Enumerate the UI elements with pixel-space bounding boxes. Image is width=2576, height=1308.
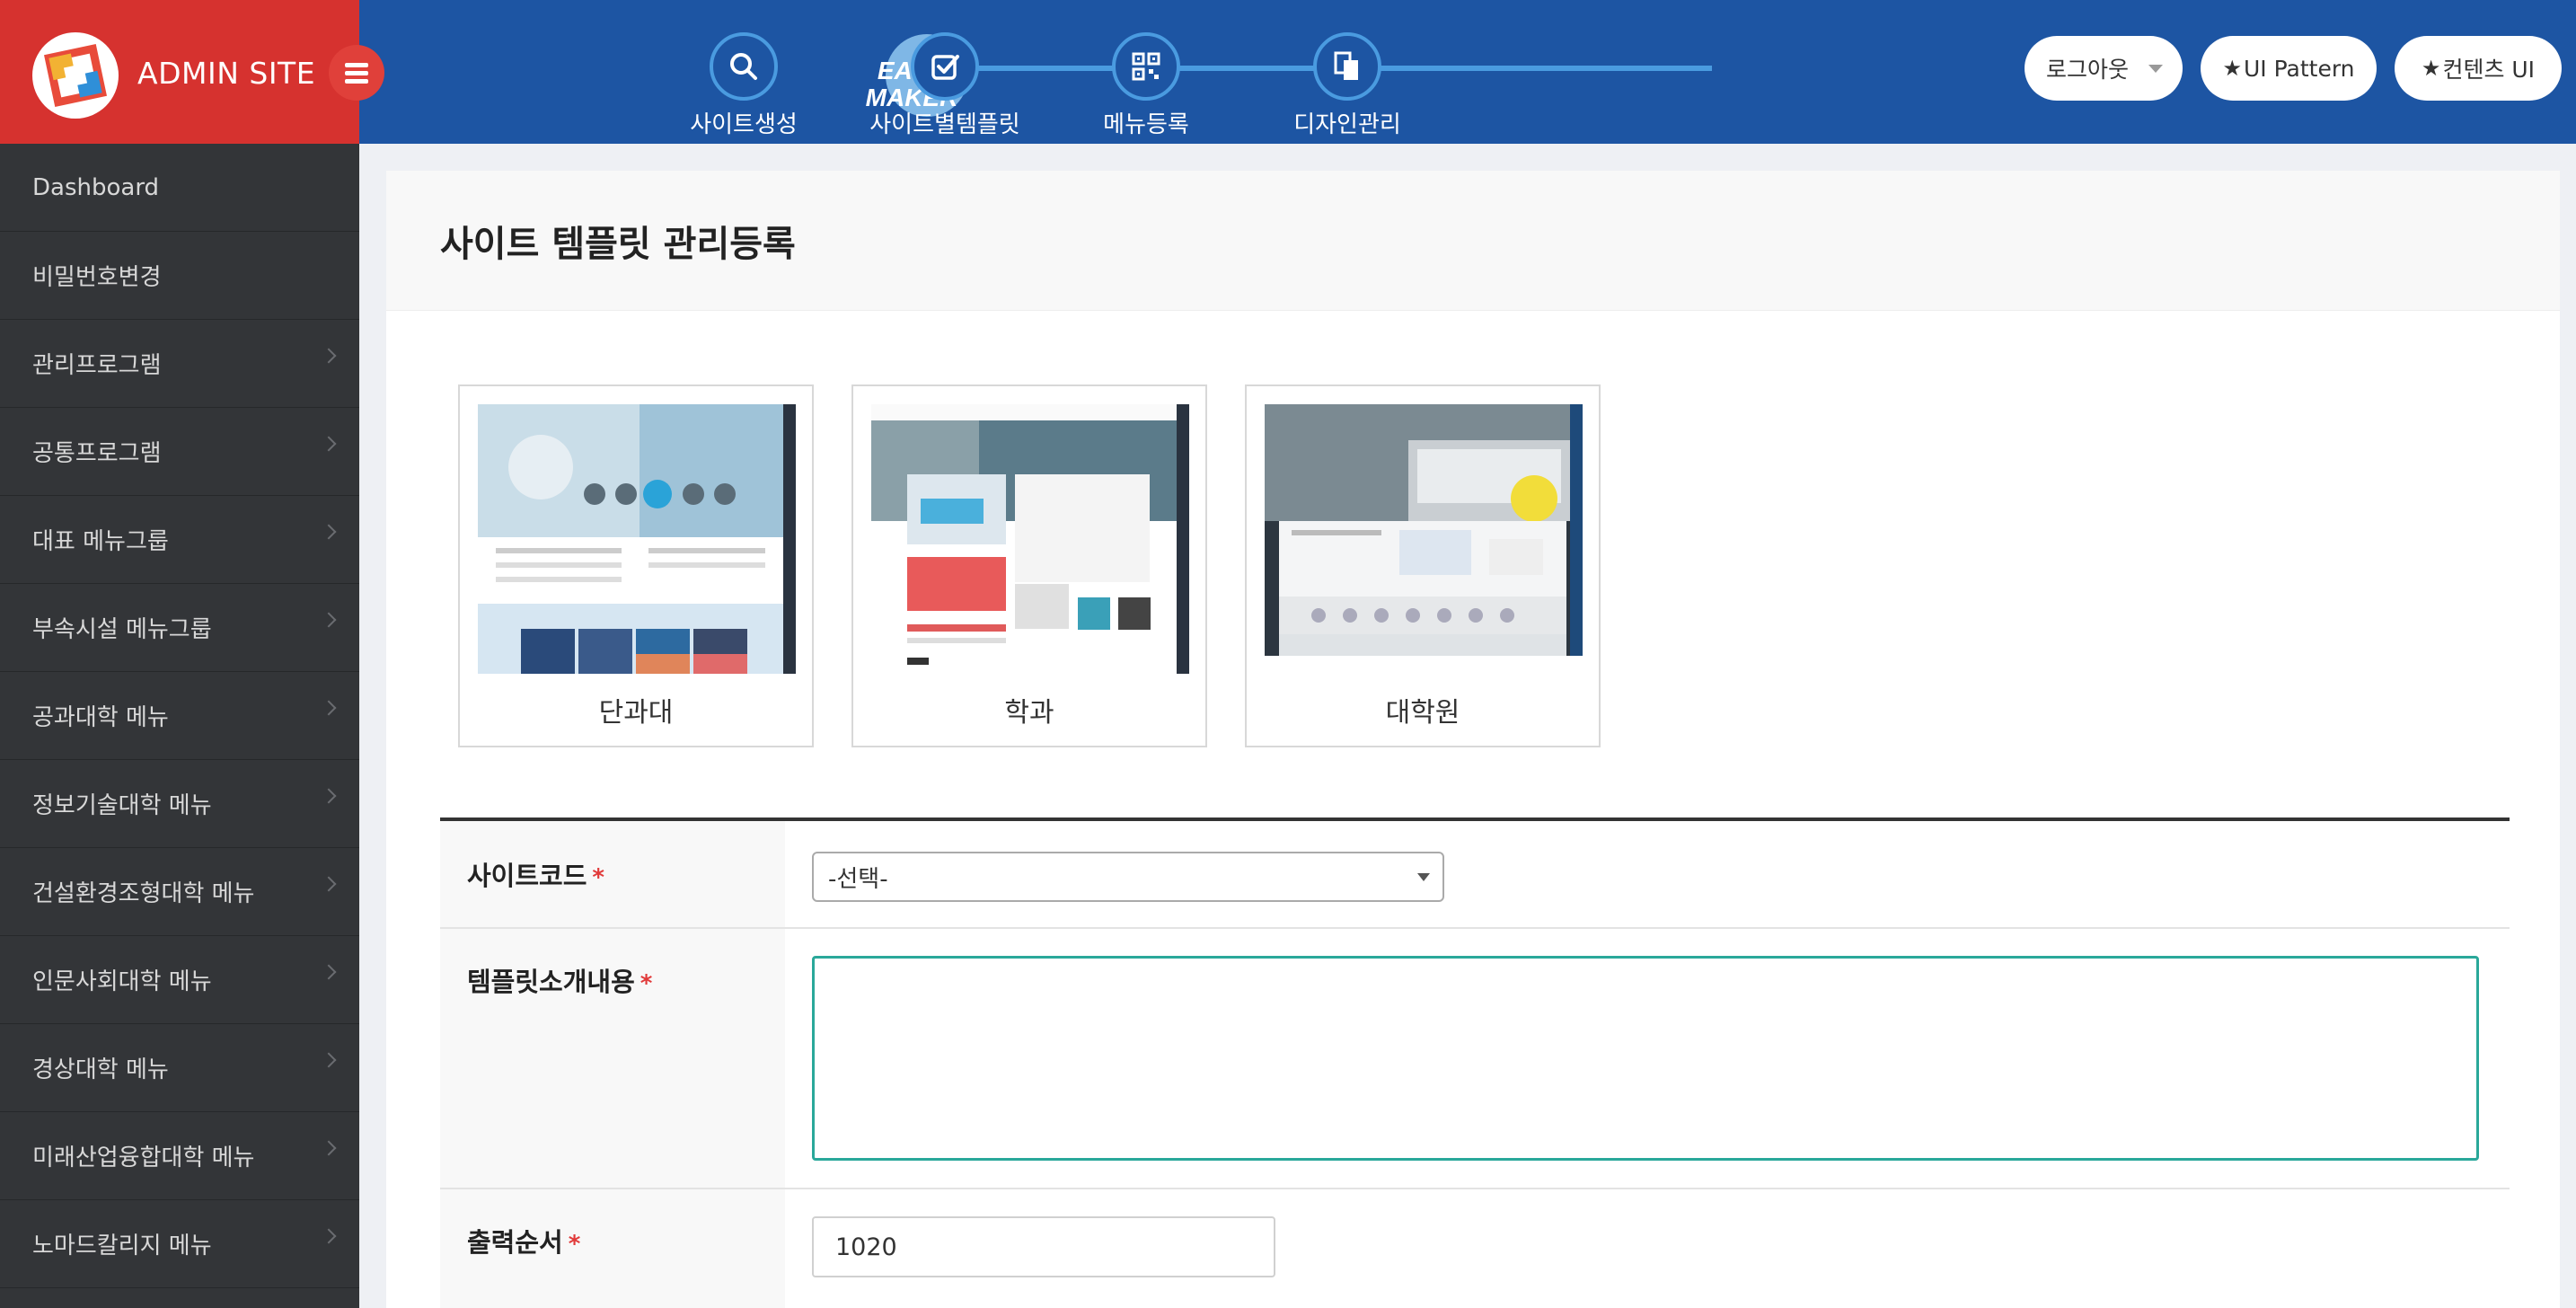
- chevron-right-icon: [321, 1228, 337, 1244]
- hamburger-icon: [345, 61, 368, 85]
- template-thumbnail: [478, 404, 796, 674]
- step-label: 디자인관리: [1293, 111, 1401, 138]
- template-card-list: 단과대 학과 대학원: [458, 384, 1601, 747]
- sidebar-item-main-menu-group[interactable]: 대표 메뉴그룹: [0, 496, 359, 584]
- ui-pattern-button[interactable]: ★ UI Pattern: [2201, 36, 2377, 101]
- chevron-right-icon: [321, 436, 337, 452]
- chevron-right-icon: [321, 876, 337, 892]
- main-panel: 사이트 템플릿 관리등록 단과대 학과 대학원 사이트코드 * -선택- 템플릿…: [386, 171, 2560, 1308]
- documents-icon: [1313, 32, 1381, 101]
- check-square-icon: [911, 32, 979, 101]
- sidebar-item-label: 공과대학 메뉴: [32, 704, 169, 731]
- template-card-department[interactable]: 학과: [851, 384, 1207, 747]
- site-code-label: 사이트코드: [467, 861, 587, 891]
- chevron-right-icon: [321, 788, 337, 804]
- star-icon: ★: [2421, 56, 2441, 81]
- sidebar-item-common-program[interactable]: 공통프로그램: [0, 408, 359, 496]
- chevron-right-icon: [321, 612, 337, 628]
- sidebar-item-label: Dashboard: [32, 173, 160, 201]
- sidebar-item-it-menu[interactable]: 정보기술대학 메뉴: [0, 760, 359, 848]
- content-ui-button[interactable]: ★ 컨텐츠 UI: [2395, 36, 2562, 101]
- required-mark: *: [568, 1231, 581, 1258]
- logout-label: 로그아웃: [2046, 57, 2130, 83]
- sidebar-item-label: 관리프로그램: [32, 352, 162, 379]
- brand-logo[interactable]: [32, 32, 119, 119]
- step-menu-register[interactable]: 메뉴등록: [1056, 32, 1236, 139]
- required-mark: *: [640, 970, 653, 997]
- logout-dropdown[interactable]: 로그아웃: [2025, 36, 2183, 101]
- qr-grid-icon: [1112, 32, 1180, 101]
- order-input[interactable]: 1020: [812, 1216, 1275, 1277]
- caret-down-icon: [2148, 65, 2163, 73]
- step-design-manage[interactable]: 디자인관리: [1257, 32, 1437, 139]
- sidebar-item-facility-menu-group[interactable]: 부속시설 메뉴그룹: [0, 584, 359, 672]
- sidebar-item-label: 건설환경조형대학 메뉴: [32, 880, 255, 907]
- step-label: 사이트별템플릿: [869, 111, 1020, 138]
- sidebar-item-label: 부속시설 메뉴그룹: [32, 616, 212, 643]
- template-form: 사이트코드 * -선택- 템플릿소개내용 * 출력순서 * 1020: [440, 818, 2510, 1308]
- step-site-template[interactable]: 사이트별템플릿: [855, 32, 1035, 139]
- page-title: 사이트 템플릿 관리등록: [440, 223, 796, 265]
- template-desc-label: 템플릿소개내용: [467, 967, 635, 997]
- template-card-label: 학과: [1004, 697, 1054, 729]
- chevron-right-icon: [321, 964, 337, 980]
- sidebar-item-label: 비밀번호변경: [32, 264, 162, 291]
- sidebar-item-label: 대표 메뉴그룹: [32, 528, 169, 555]
- template-thumbnail: [1265, 404, 1583, 674]
- brand-title: ADMIN SITE: [137, 56, 316, 91]
- star-icon: ★: [2222, 56, 2242, 81]
- site-code-select[interactable]: -선택-: [812, 852, 1444, 902]
- form-row-site-code: 사이트코드 * -선택-: [440, 821, 2510, 929]
- sidebar-item-engineering-menu[interactable]: 공과대학 메뉴: [0, 672, 359, 760]
- panel-header: 사이트 템플릿 관리등록: [386, 171, 2560, 311]
- sidebar-item-label: 경상대학 메뉴: [32, 1056, 169, 1083]
- search-icon: [710, 32, 778, 101]
- site-code-selected: -선택-: [828, 865, 888, 893]
- sidebar-item-label: 인문사회대학 메뉴: [32, 968, 212, 995]
- template-card-college[interactable]: 단과대: [458, 384, 814, 747]
- template-card-label: 대학원: [1385, 697, 1460, 729]
- sidebar-item-label: 정보기술대학 메뉴: [32, 792, 212, 819]
- sidebar-item-humanities-menu[interactable]: 인문사회대학 메뉴: [0, 936, 359, 1024]
- template-thumbnail: [871, 404, 1189, 674]
- form-row-order: 출력순서 * 1020: [440, 1189, 2510, 1308]
- chevron-right-icon: [321, 1140, 337, 1156]
- chevron-right-icon: [321, 348, 337, 364]
- sidebar-item-admin-program[interactable]: 관리프로그램: [0, 320, 359, 408]
- sidebar-item-dashboard[interactable]: Dashboard: [0, 144, 359, 232]
- template-desc-textarea[interactable]: [812, 956, 2479, 1161]
- sidebar-item-password[interactable]: 비밀번호변경: [0, 232, 359, 320]
- required-mark: *: [592, 864, 605, 891]
- step-site-create[interactable]: 사이트생성: [654, 32, 834, 139]
- template-card-graduate[interactable]: 대학원: [1245, 384, 1601, 747]
- step-label: 사이트생성: [690, 111, 798, 138]
- sidebar-item-nomad-college-menu[interactable]: 노마드칼리지 메뉴: [0, 1200, 359, 1288]
- content-ui-label: 컨텐츠 UI: [2442, 57, 2536, 83]
- sidebar-item-business-menu[interactable]: 경상대학 메뉴: [0, 1024, 359, 1112]
- chevron-right-icon: [321, 700, 337, 716]
- order-label: 출력순서: [467, 1227, 563, 1258]
- chevron-right-icon: [321, 524, 337, 540]
- order-value: 1020: [835, 1233, 897, 1261]
- template-card-label: 단과대: [598, 697, 674, 729]
- brand-logo-icon: [44, 44, 107, 107]
- chevron-right-icon: [321, 1052, 337, 1068]
- ui-pattern-label: UI Pattern: [2243, 55, 2355, 82]
- sidebar-item-label: 미래산업융합대학 메뉴: [32, 1144, 255, 1171]
- sidebar-item-construction-menu[interactable]: 건설환경조형대학 메뉴: [0, 848, 359, 936]
- brand-header: ADMIN SITE: [0, 0, 359, 144]
- form-row-template-desc: 템플릿소개내용 *: [440, 929, 2510, 1189]
- step-label: 메뉴등록: [1103, 111, 1189, 138]
- sidebar-item-label: 공통프로그램: [32, 440, 162, 467]
- sidebar-item-future-industry-menu[interactable]: 미래산업융합대학 메뉴: [0, 1112, 359, 1200]
- menu-toggle-button[interactable]: [329, 45, 384, 101]
- sidebar: Dashboard 비밀번호변경 관리프로그램 공통프로그램 대표 메뉴그룹 부…: [0, 144, 359, 1308]
- caret-down-icon: [1417, 873, 1430, 881]
- sidebar-item-label: 노마드칼리지 메뉴: [32, 1233, 212, 1259]
